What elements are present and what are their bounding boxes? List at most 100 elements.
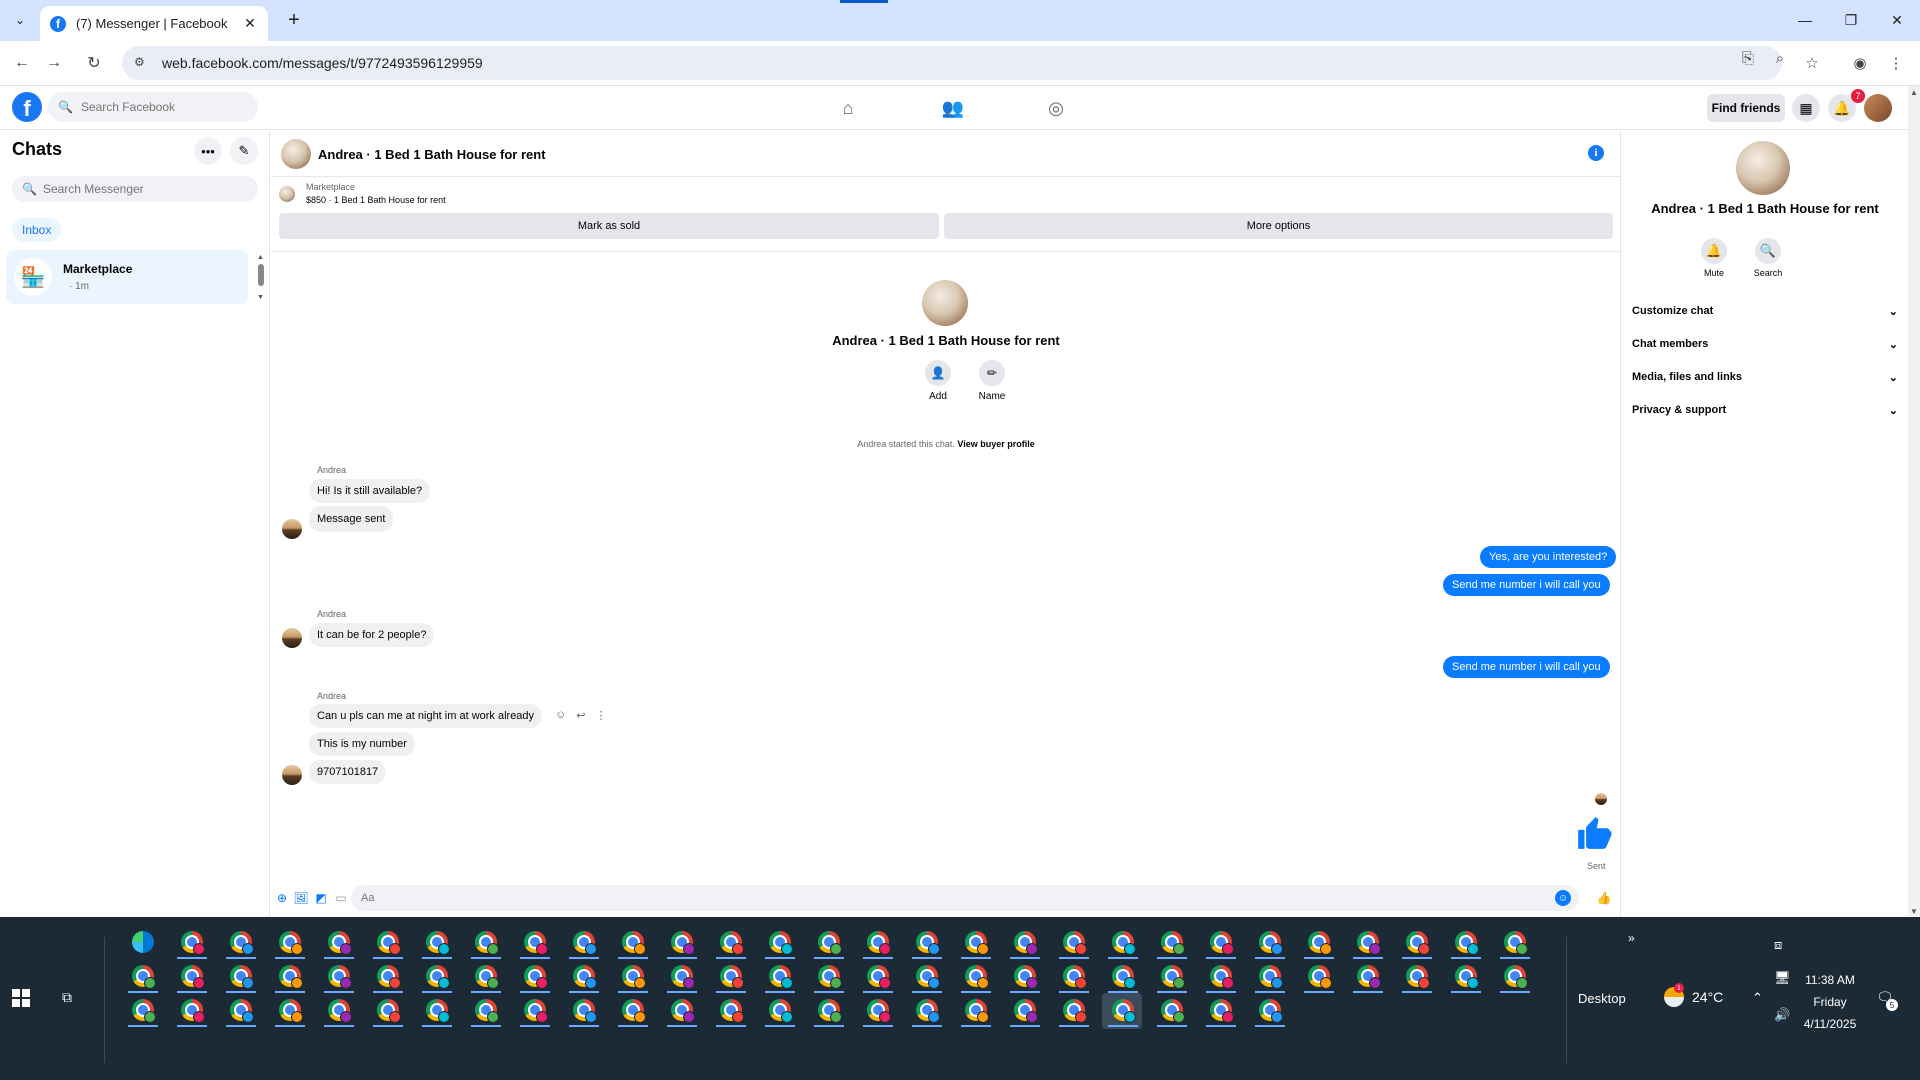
chrome-app-icon[interactable] xyxy=(1053,959,1093,995)
chrome-app-icon[interactable] xyxy=(220,925,260,961)
chrome-app-icon[interactable] xyxy=(171,925,211,961)
chrome-app-icon[interactable] xyxy=(857,993,897,1029)
chrome-app-icon[interactable] xyxy=(1004,993,1044,1029)
chrome-app-icon[interactable] xyxy=(318,925,358,961)
conversation-title[interactable]: Andrea · 1 Bed 1 Bath House for rent xyxy=(318,147,546,162)
sticker-icon[interactable]: ◩ xyxy=(313,890,329,906)
chrome-app-icon[interactable] xyxy=(1102,925,1142,961)
chrome-app-icon[interactable] xyxy=(1004,925,1044,961)
chrome-app-icon[interactable] xyxy=(1445,959,1485,995)
chrome-app-icon[interactable] xyxy=(955,925,995,961)
chrome-app-icon[interactable] xyxy=(269,959,309,995)
chrome-app-icon[interactable] xyxy=(465,925,505,961)
section-privacy-support[interactable]: Privacy & support ⌄ xyxy=(1632,399,1898,421)
message-bubble-outgoing[interactable]: Send me number i will call you xyxy=(1443,574,1610,596)
chrome-app-icon[interactable] xyxy=(808,959,848,995)
chrome-app-icon[interactable] xyxy=(1053,925,1093,961)
chrome-app-icon[interactable] xyxy=(1396,959,1436,995)
chrome-app-icon[interactable] xyxy=(171,959,211,995)
chrome-app-icon[interactable] xyxy=(318,993,358,1029)
taskbar-overflow-icon[interactable]: » xyxy=(1628,931,1635,945)
image-icon[interactable]: 🖼 xyxy=(293,890,309,906)
chrome-app-icon[interactable] xyxy=(857,959,897,995)
task-view-icon[interactable]: ⧉ xyxy=(62,989,82,1007)
chrome-app-icon[interactable] xyxy=(1347,959,1387,995)
chrome-app-icon[interactable] xyxy=(1004,959,1044,995)
chrome-app-icon[interactable] xyxy=(1396,925,1436,961)
tab-search-chevron-icon[interactable]: ⌄ xyxy=(10,10,30,30)
more-options-button[interactable]: More options xyxy=(944,213,1613,239)
chrome-app-icon[interactable] xyxy=(1151,925,1191,961)
chrome-app-icon[interactable] xyxy=(416,925,456,961)
restore-icon[interactable]: ❐ xyxy=(1828,8,1874,32)
system-clock[interactable]: 11:38 AM Friday 4/11/2025 xyxy=(1790,969,1870,1035)
plus-circle-icon[interactable]: ⊕ xyxy=(274,890,290,906)
section-chat-members[interactable]: Chat members ⌄ xyxy=(1632,333,1898,355)
messenger-search[interactable]: 🔍 xyxy=(12,176,258,202)
chrome-app-icon[interactable] xyxy=(318,959,358,995)
message-input[interactable] xyxy=(361,892,1521,904)
bookmark-star-icon[interactable]: ☆ xyxy=(1800,51,1824,75)
chrome-app-icon[interactable] xyxy=(416,993,456,1029)
messenger-search-input[interactable] xyxy=(42,182,243,196)
find-friends-button[interactable]: Find friends xyxy=(1707,94,1785,122)
windows-start-icon[interactable] xyxy=(12,989,32,1009)
chat-list-scrollbar[interactable]: ▲ ▼ xyxy=(256,254,266,304)
desktop-toolbar[interactable]: Desktop xyxy=(1578,991,1626,1006)
chrome-app-icon[interactable] xyxy=(1298,959,1338,995)
scroll-up-icon[interactable]: ▲ xyxy=(257,254,264,261)
chrome-app-icon[interactable] xyxy=(857,925,897,961)
chrome-app-icon[interactable] xyxy=(1249,925,1289,961)
message-bubble-outgoing[interactable]: Yes, are you interested? xyxy=(1480,546,1617,568)
scroll-down-icon[interactable]: ▼ xyxy=(257,294,264,301)
chrome-app-icon[interactable] xyxy=(269,993,309,1029)
menu-grid-icon[interactable]: ▦ xyxy=(1792,94,1820,122)
like-icon[interactable]: 👍 xyxy=(1596,890,1612,906)
conversation-avatar[interactable] xyxy=(281,139,311,169)
chrome-app-icon[interactable] xyxy=(759,959,799,995)
react-emoji-icon[interactable]: ☺ xyxy=(555,709,566,722)
chrome-app-icon[interactable] xyxy=(759,925,799,961)
more-options-icon[interactable]: ••• xyxy=(194,137,222,165)
profile-avatar[interactable] xyxy=(1864,94,1892,122)
message-bubble-incoming[interactable]: Hi! Is it still available? xyxy=(309,479,431,503)
section-customize-chat[interactable]: Customize chat ⌄ xyxy=(1632,300,1898,322)
chrome-app-icon[interactable] xyxy=(1249,959,1289,995)
sender-avatar[interactable] xyxy=(282,765,302,785)
chrome-app-icon[interactable] xyxy=(1102,959,1142,995)
edge-app-icon[interactable] xyxy=(122,925,162,961)
chrome-app-icon[interactable] xyxy=(906,925,946,961)
chrome-app-icon[interactable] xyxy=(122,959,162,995)
install-app-icon[interactable]: ⎘ xyxy=(1736,46,1760,70)
chrome-app-icon[interactable] xyxy=(710,925,750,961)
chrome-app-icon[interactable] xyxy=(514,925,554,961)
chrome-app-icon[interactable] xyxy=(1200,925,1240,961)
notification-center-icon[interactable]: 🗨 5 xyxy=(1876,989,1898,1011)
chrome-app-icon[interactable] xyxy=(367,959,407,995)
scroll-down-icon[interactable]: ▼ xyxy=(1910,907,1918,916)
message-bubble-incoming[interactable]: Message sent xyxy=(309,506,394,532)
chrome-app-icon[interactable] xyxy=(220,993,260,1029)
chrome-app-icon[interactable] xyxy=(122,993,162,1029)
chrome-app-icon[interactable] xyxy=(1151,959,1191,995)
chrome-app-icon[interactable] xyxy=(367,993,407,1029)
chrome-app-icon[interactable] xyxy=(612,925,652,961)
search-conversation-button[interactable]: 🔍 Search xyxy=(1748,238,1788,278)
show-hidden-icons-icon[interactable]: ⌃ xyxy=(1752,990,1763,1006)
chrome-app-icon[interactable] xyxy=(1102,993,1142,1029)
chrome-app-icon[interactable] xyxy=(955,959,995,995)
weather-widget[interactable]: 1 24°C xyxy=(1664,983,1723,1007)
chrome-app-icon[interactable] xyxy=(220,959,260,995)
chrome-app-icon[interactable] xyxy=(612,959,652,995)
chrome-app-icon[interactable] xyxy=(661,925,701,961)
chrome-app-icon[interactable] xyxy=(612,993,652,1029)
gif-icon[interactable]: ▭ xyxy=(333,890,349,906)
chrome-app-icon[interactable] xyxy=(367,925,407,961)
browser-menu-icon[interactable]: ⋮ xyxy=(1884,51,1908,75)
chat-item-marketplace[interactable]: 🏪 Marketplace · 1m xyxy=(6,250,248,304)
chrome-app-icon[interactable] xyxy=(906,993,946,1029)
zoom-icon[interactable]: ⌕ xyxy=(1768,46,1792,70)
friends-icon[interactable]: 👥 xyxy=(941,96,965,120)
profile-icon[interactable]: ◉ xyxy=(1848,51,1872,75)
screen-capture-icon[interactable]: ⧈ xyxy=(1774,937,1782,953)
